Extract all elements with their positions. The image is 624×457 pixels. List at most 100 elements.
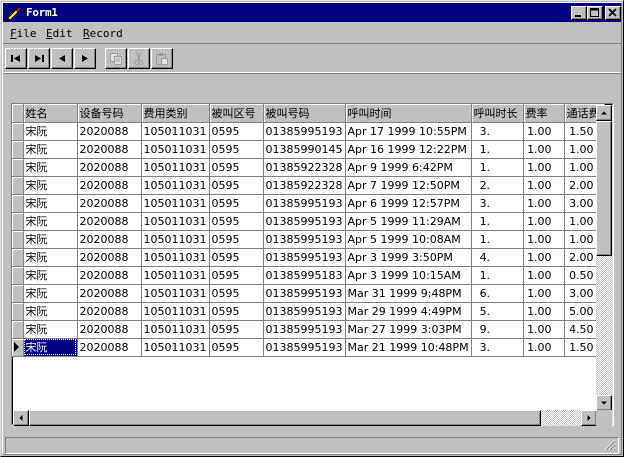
row-indicator[interactable] (12, 266, 24, 285)
cell-call-duration[interactable]: 6. (471, 284, 524, 303)
row-indicator[interactable] (12, 158, 24, 177)
cell-fee-category[interactable]: 105011031 (141, 212, 210, 231)
cell-call-time[interactable]: Apr 5 1999 10:08AM (345, 230, 472, 249)
cell-call-time[interactable]: Apr 3 1999 3:50PM (345, 248, 472, 267)
cell-call-time[interactable]: Mar 21 1999 10:48PM (345, 338, 472, 357)
column-header-fee-category[interactable]: 费用类别 (141, 104, 210, 123)
cell-call-duration[interactable]: 1. (471, 158, 524, 177)
table-row[interactable]: 宋阮 2020088 105011031 0595 01385995193 Mar 29 … (12, 302, 605, 321)
cell-fee-category[interactable]: 105011031 (141, 248, 210, 267)
column-header-call-time[interactable]: 呼叫时间 (345, 104, 472, 123)
cell-call-duration[interactable]: 1. (471, 140, 524, 159)
cell-called-number[interactable]: 01385922328 (263, 176, 346, 195)
scroll-left-button[interactable] (13, 410, 29, 426)
cell-fee-category[interactable]: 105011031 (141, 338, 210, 357)
table-row[interactable]: 宋阮 2020088 105011031 0595 01385922328 Apr 7 1… (12, 176, 605, 195)
cell-call-time[interactable]: Apr 6 1999 12:57PM (345, 194, 472, 213)
table-row[interactable]: 宋阮 2020088 105011031 0595 01385995193 Mar 27 … (12, 320, 605, 339)
cell-area-code[interactable]: 0595 (209, 266, 264, 285)
cell-rate[interactable]: 1.00 (523, 302, 565, 321)
cell-rate[interactable]: 1.00 (523, 284, 565, 303)
cell-call-duration[interactable]: 3. (471, 122, 524, 141)
cell-name[interactable]: 宋阮 (23, 158, 78, 177)
cell-call-duration[interactable]: 1. (471, 212, 524, 231)
copy-button[interactable] (105, 48, 127, 69)
previous-record-button[interactable] (51, 48, 73, 69)
cell-called-number[interactable]: 01385995193 (263, 230, 346, 249)
close-button[interactable] (605, 6, 621, 20)
cell-rate[interactable]: 1.00 (523, 212, 565, 231)
cell-call-time[interactable]: Mar 27 1999 3:03PM (345, 320, 472, 339)
menu-record[interactable]: Record (83, 27, 123, 40)
cell-called-number[interactable]: 01385995193 (263, 302, 346, 321)
cell-name[interactable]: 宋阮 (23, 266, 78, 285)
minimize-button[interactable] (571, 6, 587, 20)
scroll-down-button[interactable] (596, 395, 612, 411)
table-row[interactable]: 宋阮 2020088 105011031 0595 01385995183 Apr 3 1… (12, 266, 605, 285)
vertical-scrollbar[interactable] (596, 105, 612, 411)
cell-area-code[interactable]: 0595 (209, 158, 264, 177)
column-header-area-code[interactable]: 被叫区号 (209, 104, 264, 123)
cell-device-number[interactable]: 2020088 (77, 302, 142, 321)
cell-call-duration[interactable]: 3. (471, 338, 524, 357)
cell-area-code[interactable]: 0595 (209, 248, 264, 267)
menu-edit[interactable]: Edit (46, 27, 73, 40)
maximize-button[interactable] (587, 6, 603, 20)
title-bar[interactable]: Form1 (3, 3, 621, 22)
row-indicator[interactable] (12, 284, 24, 303)
cell-called-number[interactable]: 01385990145 (263, 140, 346, 159)
cell-device-number[interactable]: 2020088 (77, 284, 142, 303)
cell-fee-category[interactable]: 105011031 (141, 284, 210, 303)
menu-file[interactable]: File (10, 27, 37, 40)
column-header-called-number[interactable]: 被叫号码 (263, 104, 346, 123)
table-row[interactable]: 宋阮 2020088 105011031 0595 01385995193 Mar 21 … (12, 338, 605, 357)
cell-call-time[interactable]: Mar 31 1999 9:48PM (345, 284, 472, 303)
row-indicator[interactable] (12, 230, 24, 249)
horizontal-scroll-thumb[interactable] (29, 410, 541, 426)
cell-fee-category[interactable]: 105011031 (141, 266, 210, 285)
cell-fee-category[interactable]: 105011031 (141, 194, 210, 213)
cell-name[interactable]: 宋阮 (23, 248, 78, 267)
cell-name[interactable]: 宋阮 (23, 122, 78, 141)
cell-device-number[interactable]: 2020088 (77, 194, 142, 213)
cell-rate[interactable]: 1.00 (523, 338, 565, 357)
cell-call-duration[interactable]: 4. (471, 248, 524, 267)
cell-called-number[interactable]: 01385995183 (263, 266, 346, 285)
cell-call-time[interactable]: Apr 17 1999 10:55PM (345, 122, 472, 141)
scroll-right-button[interactable] (581, 410, 597, 426)
row-indicator[interactable] (12, 122, 24, 141)
cell-rate[interactable]: 1.00 (523, 266, 565, 285)
cell-call-time[interactable]: Apr 16 1999 12:22PM (345, 140, 472, 159)
table-row[interactable]: 宋阮 2020088 105011031 0595 01385990145 Apr 16 … (12, 140, 605, 159)
cut-button[interactable] (128, 48, 150, 69)
data-grid[interactable]: 姓名 设备号码 费用类别 被叫区号 被叫号码 呼叫时间 呼叫时长 费率 通话费 … (11, 103, 614, 426)
column-header-device-number[interactable]: 设备号码 (77, 104, 142, 123)
row-indicator[interactable] (12, 212, 24, 231)
cell-called-number[interactable]: 01385995193 (263, 212, 346, 231)
resize-grip-icon[interactable] (604, 439, 616, 451)
cell-rate[interactable]: 1.00 (523, 158, 565, 177)
cell-call-duration[interactable]: 3. (471, 194, 524, 213)
cell-rate[interactable]: 1.00 (523, 248, 565, 267)
vertical-scroll-thumb[interactable] (596, 121, 612, 256)
cell-rate[interactable]: 1.00 (523, 320, 565, 339)
cell-call-duration[interactable]: 1. (471, 266, 524, 285)
cell-device-number[interactable]: 2020088 (77, 176, 142, 195)
cell-call-duration[interactable]: 5. (471, 302, 524, 321)
first-record-button[interactable] (5, 48, 27, 69)
table-row[interactable]: 宋阮 2020088 105011031 0595 01385995193 Apr 17 … (12, 122, 605, 141)
table-row[interactable]: 宋阮 2020088 105011031 0595 01385922328 Apr 9 1… (12, 158, 605, 177)
cell-called-number[interactable]: 01385995193 (263, 122, 346, 141)
table-row[interactable]: 宋阮 2020088 105011031 0595 01385995193 Apr 3 1… (12, 248, 605, 267)
table-row[interactable]: 宋阮 2020088 105011031 0595 01385995193 Apr 5 1… (12, 230, 605, 249)
column-header-name[interactable]: 姓名 (23, 104, 78, 123)
row-indicator[interactable] (12, 176, 24, 195)
cell-area-code[interactable]: 0595 (209, 230, 264, 249)
cell-area-code[interactable]: 0595 (209, 284, 264, 303)
table-row[interactable]: 宋阮 2020088 105011031 0595 01385995193 Apr 5 1… (12, 212, 605, 231)
row-indicator[interactable] (12, 320, 24, 339)
cell-called-number[interactable]: 01385995193 (263, 320, 346, 339)
horizontal-scrollbar[interactable] (13, 410, 597, 426)
cell-rate[interactable]: 1.00 (523, 230, 565, 249)
cell-called-number[interactable]: 01385995193 (263, 248, 346, 267)
